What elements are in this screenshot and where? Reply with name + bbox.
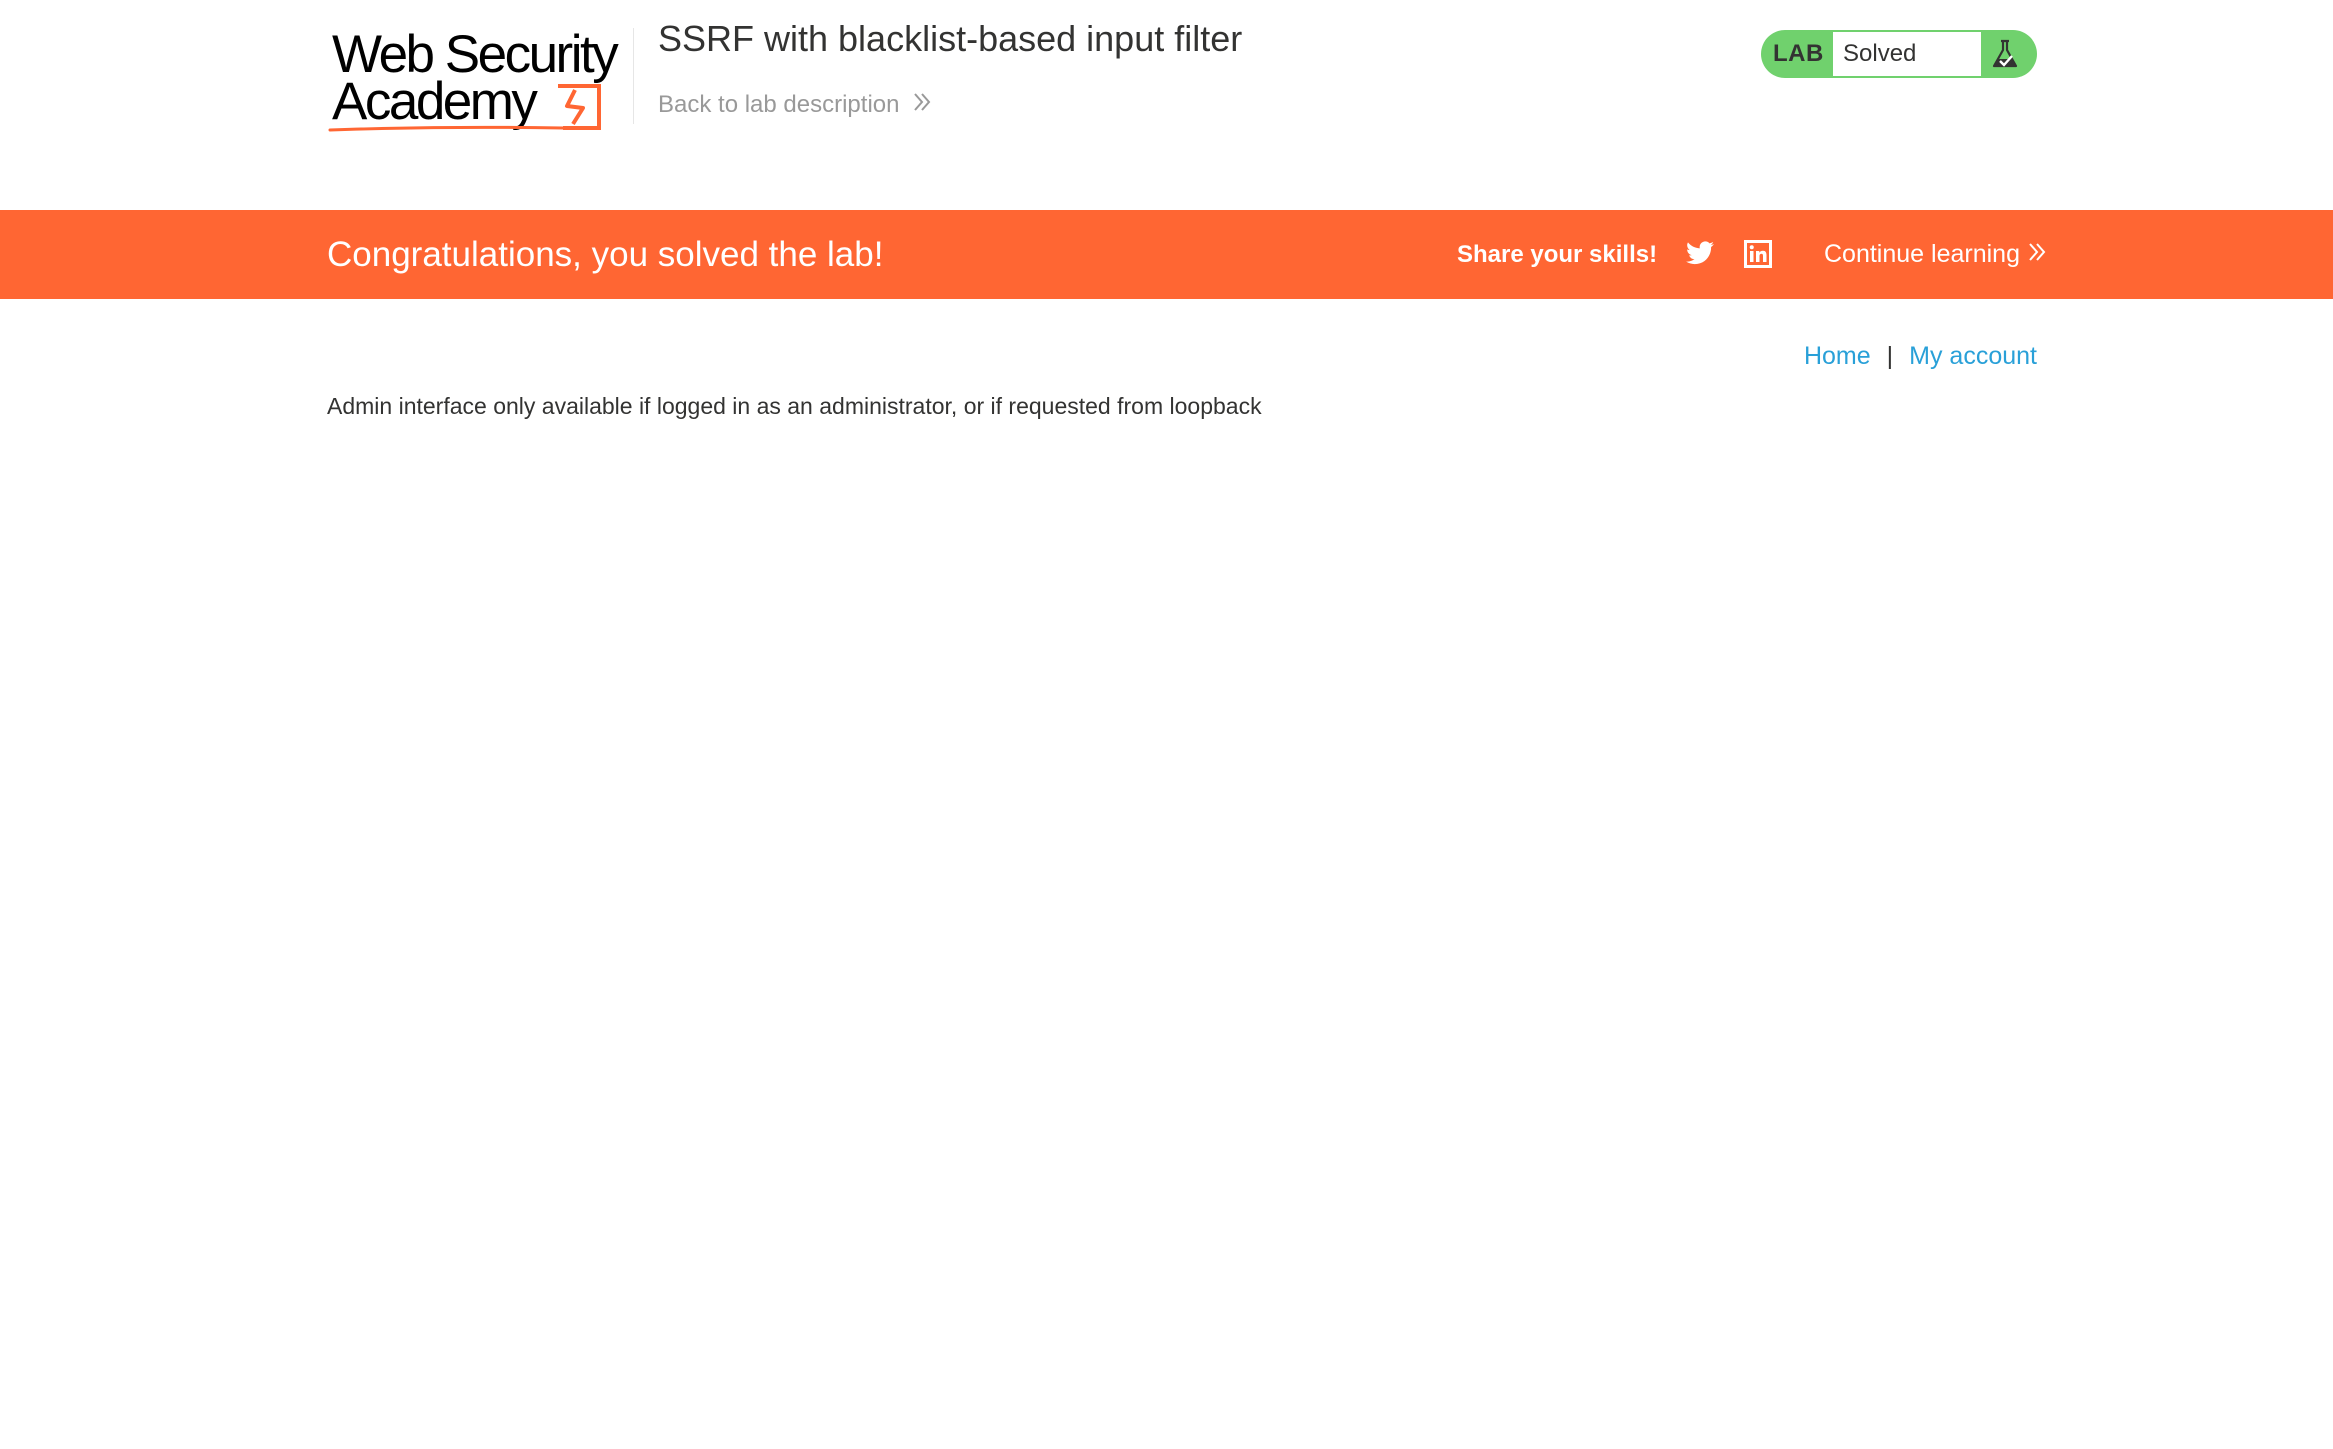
lab-status-box: Solved bbox=[1833, 32, 1981, 76]
double-chevron-right-icon bbox=[2028, 240, 2046, 269]
back-to-lab-description-link[interactable]: Back to lab description bbox=[658, 91, 931, 119]
share-your-skills-label: Share your skills! bbox=[1457, 241, 1658, 268]
solved-banner: Congratulations, you solved the lab! Sha… bbox=[0, 210, 2333, 299]
admin-access-message: Admin interface only available if logged… bbox=[327, 393, 1262, 419]
double-chevron-right-icon bbox=[913, 91, 931, 119]
home-link[interactable]: Home bbox=[1804, 342, 1871, 371]
web-security-academy-logo[interactable]: Web Security Academy bbox=[327, 20, 627, 140]
twitter-icon[interactable] bbox=[1686, 241, 1714, 270]
lab-status-widget: LAB Solved bbox=[1761, 30, 2037, 78]
header-divider bbox=[633, 28, 634, 124]
lab-status-text: Solved bbox=[1843, 40, 1917, 67]
continue-learning-label: Continue learning bbox=[1824, 240, 2020, 268]
continue-learning-link[interactable]: Continue learning bbox=[1824, 210, 2046, 299]
flask-check-icon bbox=[1990, 38, 2020, 75]
nav-separator: | bbox=[1886, 342, 1894, 370]
congratulations-message: Congratulations, you solved the lab! bbox=[327, 235, 884, 274]
logo-mark-icon bbox=[328, 84, 601, 132]
my-account-link[interactable]: My account bbox=[1909, 342, 2037, 371]
lab-title: SSRF with blacklist-based input filter bbox=[658, 18, 1243, 59]
lab-badge: LAB bbox=[1773, 40, 1824, 67]
linkedin-icon[interactable] bbox=[1744, 240, 1772, 273]
top-nav: Home | My account bbox=[1804, 342, 2037, 371]
page: Web Security Academy SSRF with blacklist… bbox=[0, 0, 2333, 1449]
back-link-label: Back to lab description bbox=[658, 91, 900, 118]
